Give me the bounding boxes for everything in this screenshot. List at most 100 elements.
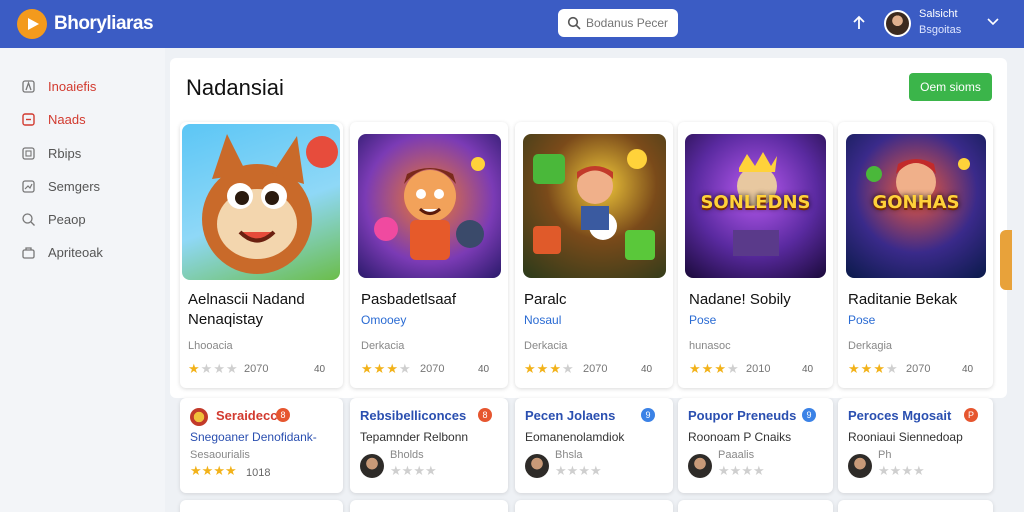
scroll-peek-card[interactable]: [1000, 230, 1012, 290]
rating-text: 2070: [583, 363, 608, 375]
mini-line: Tepamnder Relbonn: [360, 430, 469, 444]
avatar: [688, 454, 712, 478]
mini-card[interactable]: Pecen Jolaens 9 Eomanenolamdiok Bhsla ★★…: [515, 398, 673, 493]
avatar: [848, 454, 872, 478]
mini-title: Poupor Preneuds: [688, 408, 797, 423]
download-count: 40: [478, 364, 490, 375]
square-icon: [20, 111, 37, 128]
sidebar-item-label: Peaop: [48, 211, 86, 227]
chevron-down-icon[interactable]: [987, 17, 999, 27]
rating-stars: ★★★★: [555, 463, 602, 478]
sidebar-item-label: Naads: [48, 111, 86, 127]
mini-card[interactable]: Seraidecc 8 Snegoaner Denofidank- Sesaou…: [180, 398, 343, 493]
search-icon: [567, 16, 581, 30]
download-count: 40: [641, 364, 653, 375]
mini-sub: Sesaourialis: [190, 449, 250, 461]
sidebar-item-naads[interactable]: Naads: [20, 108, 160, 130]
rating-stars: ★★★★: [190, 463, 237, 478]
rating-stars: ★★★★: [188, 361, 238, 376]
grid-icon: [20, 145, 37, 162]
app-thumbnail[interactable]: [182, 124, 340, 280]
mini-sub: Bhsla: [555, 449, 583, 461]
download-count: 40: [314, 364, 326, 375]
app-title: Nadane! Sobily: [689, 291, 791, 308]
card-peek[interactable]: [678, 500, 833, 512]
app-title: Paralc: [524, 291, 567, 308]
avatar[interactable]: [884, 10, 911, 37]
mini-title: Rebsibelliconces: [360, 408, 467, 423]
mini-card[interactable]: Peroces Mgosait P Rooniaui Siennedoap Ph…: [838, 398, 993, 493]
rating-text: 2070: [244, 363, 269, 375]
badge-icon: 8: [478, 408, 492, 422]
rating-text: 2070: [420, 363, 445, 375]
rating-stars: ★★★★: [390, 463, 437, 478]
app-icon: [190, 408, 208, 426]
app-card[interactable]: SONLEDNS Nadane! Sobily Pose hunasoc ★★★…: [678, 122, 833, 388]
sidebar-item-apriteoak[interactable]: Apriteoak: [20, 241, 160, 263]
rating-stars: ★★★★: [361, 361, 411, 376]
mini-card[interactable]: Rebsibelliconces 8 Tepamnder Relbonn Bho…: [350, 398, 508, 493]
primary-action-button[interactable]: Oem sioms: [909, 73, 992, 101]
app-category: Lhooacia: [188, 340, 233, 352]
app-thumbnail[interactable]: [358, 134, 501, 278]
app-thumbnail[interactable]: [523, 134, 666, 278]
sidebar-item-rbips[interactable]: Rbips: [20, 142, 160, 164]
sidebar-item-label: Rbips: [48, 145, 82, 161]
sidebar-item-label: Inoaiefis: [48, 78, 97, 94]
sidebar-item-semgers[interactable]: Semgers: [20, 175, 160, 197]
search-icon: [20, 211, 37, 228]
mini-line: Eomanenolamdiok: [525, 430, 625, 444]
home-icon: [20, 78, 37, 95]
play-logo-icon[interactable]: [17, 9, 47, 39]
page-title: Nadansiai: [186, 75, 284, 100]
rating-stars: ★★★★: [718, 463, 765, 478]
sidebar-item-label: Semgers: [48, 178, 101, 194]
rating-stars: ★★★★: [524, 361, 574, 376]
mini-title: Peroces Mgosait: [848, 408, 952, 423]
card-peek[interactable]: [515, 500, 673, 512]
mini-sub: Ph: [878, 449, 892, 461]
mini-sub: Bholds: [390, 449, 424, 461]
app-card[interactable]: Aelnascii Nadand Nenaqistay Lhooacia ★★★…: [180, 122, 343, 388]
badge-icon: 9: [641, 408, 655, 422]
app-thumbnail[interactable]: SONLEDNS: [685, 134, 826, 278]
rating-stars: ★★★★: [848, 361, 898, 376]
app-card[interactable]: Pasbadetlsaaf Omooey Derkacia ★★★★ 2070 …: [350, 122, 508, 388]
app-category: Derkagia: [848, 340, 893, 352]
top-header: Bhoryliaras Salsicht Bsgoitas: [0, 0, 1024, 48]
download-count: 40: [962, 364, 974, 375]
app-card[interactable]: GONHAS Raditanie Bekak Pose Derkagia ★★★…: [838, 122, 993, 388]
thumbnail-logo-text: GONHAS: [872, 191, 960, 213]
app-category: Derkacia: [524, 340, 568, 352]
card-peek[interactable]: [350, 500, 508, 512]
app-subtitle: Nosaul: [524, 313, 562, 327]
sidebar-item-peaop[interactable]: Peaop: [20, 208, 160, 230]
rating-text: 2010: [746, 363, 771, 375]
search-box[interactable]: [558, 9, 678, 37]
mini-line: Snegoaner Denofidank-: [190, 430, 317, 444]
card-peek[interactable]: [838, 500, 993, 512]
app-subtitle: Pose: [848, 313, 876, 327]
rating-stars: ★★★★: [689, 361, 739, 376]
app-category: hunasoc: [689, 340, 731, 352]
mini-title: Seraidecc: [216, 408, 278, 423]
badge-icon: P: [964, 408, 978, 422]
mini-line: Rooniaui Siennedoap: [848, 430, 963, 444]
brand-name[interactable]: Bhoryliaras: [54, 13, 154, 35]
mini-card[interactable]: Poupor Preneuds 9 Roonoam P Cnaiks Paaal…: [678, 398, 833, 493]
chart-icon: [20, 178, 37, 195]
upload-icon[interactable]: [850, 14, 868, 32]
badge-icon: 9: [802, 408, 816, 422]
mini-title: Pecen Jolaens: [525, 408, 616, 423]
app-title: Raditanie Bekak: [848, 291, 958, 308]
search-input[interactable]: [586, 14, 672, 32]
mini-sub: Paaalis: [718, 449, 755, 461]
app-card[interactable]: Paralc Nosaul Derkacia ★★★★ 2070 40: [515, 122, 673, 388]
app-thumbnail[interactable]: GONHAS: [846, 134, 986, 278]
app-category: Derkacia: [361, 340, 405, 352]
rating-stars: ★★★★: [878, 463, 925, 478]
card-peek[interactable]: [180, 500, 343, 512]
app-title-line2: Nenaqistay: [188, 311, 264, 328]
sidebar-item-home[interactable]: Inoaiefis: [20, 75, 160, 97]
app-subtitle: Pose: [689, 313, 717, 327]
